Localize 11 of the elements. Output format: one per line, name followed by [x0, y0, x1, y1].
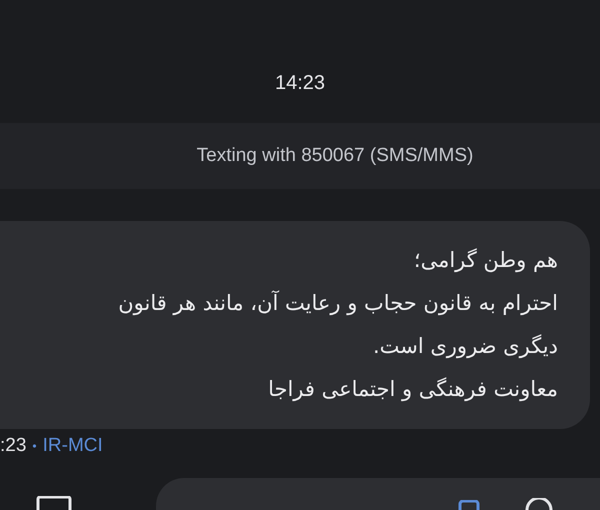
message-bubble[interactable]: هم وطن گرامی؛ احترام به قانون حجاب و رعایت آن، مانند هر قانون دیگری ضروری است. معاونت فرهنگی و اجتماعی فراجا: [0, 221, 590, 429]
separator-dot: •: [32, 439, 37, 453]
message-line: دیگری ضروری است.: [372, 333, 558, 360]
message-input-field[interactable]: [156, 478, 600, 510]
message-time: :23: [0, 435, 26, 457]
message-line: هم وطن گرامی؛: [412, 247, 558, 274]
time-header: 14:23: [274, 72, 326, 95]
carrier-label: IR-MCI: [42, 435, 103, 457]
message-line: احترام به قانون حجاب و رعایت آن، مانند هر قانون: [117, 290, 558, 318]
conversation-info: Texting with 850067 (SMS/MMS): [196, 145, 474, 167]
message-line: معاونت فرهنگی و اجتماعی فراجا: [267, 376, 558, 404]
